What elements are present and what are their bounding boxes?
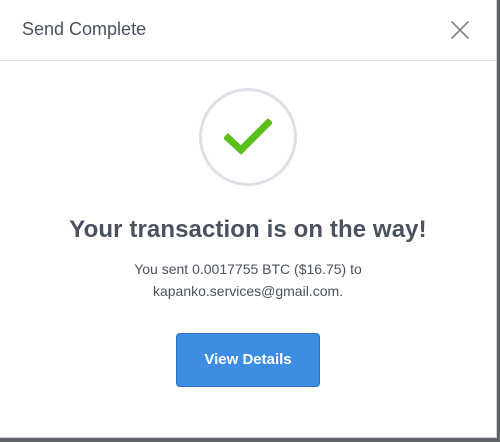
close-button[interactable]	[449, 19, 471, 41]
dialog-title: Send Complete	[22, 18, 147, 39]
dialog-body: Your transaction is on the way! You sent…	[0, 88, 496, 387]
view-details-button[interactable]: View Details	[176, 333, 320, 387]
success-indicator	[199, 88, 297, 186]
transaction-summary: You sent 0.0017755 BTC ($16.75) to kapan…	[88, 258, 408, 302]
transaction-amount-line: You sent 0.0017755 BTC ($16.75) to	[134, 261, 362, 277]
dialog-header: Send Complete	[0, 0, 496, 61]
send-complete-dialog: Send Complete Your transaction is on the…	[0, 0, 497, 438]
recipient-line: kapanko.services@gmail.com.	[152, 283, 344, 299]
close-icon	[451, 21, 469, 39]
success-headline: Your transaction is on the way!	[69, 216, 427, 243]
checkmark-icon	[224, 118, 272, 155]
